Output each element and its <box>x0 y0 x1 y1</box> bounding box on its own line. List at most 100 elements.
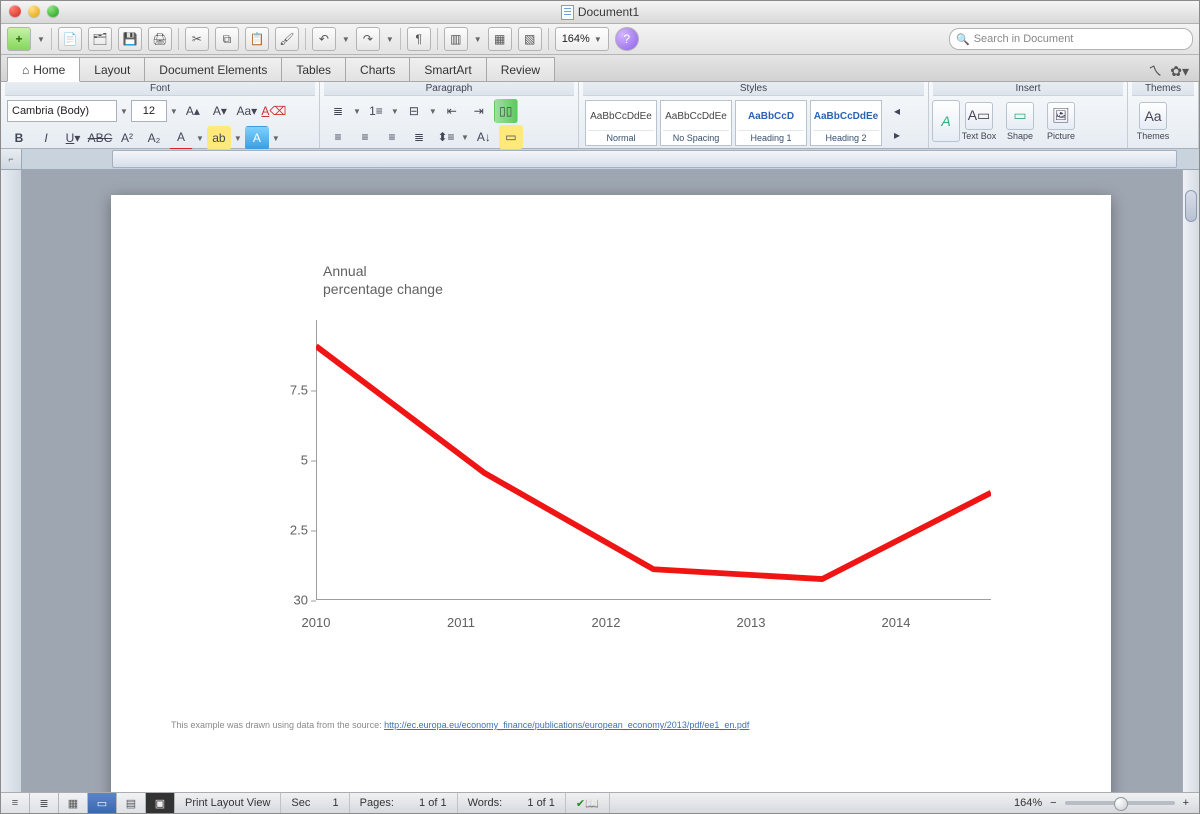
show-formatting-button[interactable]: ¶ <box>407 27 431 51</box>
copy-button[interactable]: ⧉ <box>215 27 239 51</box>
view-print-layout-button[interactable]: ▭ <box>88 793 117 813</box>
tab-tables[interactable]: Tables <box>281 57 346 81</box>
collapse-ribbon-button[interactable]: ㄟ <box>1148 61 1162 81</box>
themes-button[interactable]: AaThemes <box>1134 102 1172 141</box>
line-spacing-dropdown[interactable]: ▼ <box>461 133 469 142</box>
multilevel-dropdown[interactable]: ▼ <box>429 107 437 116</box>
horizontal-ruler[interactable] <box>112 150 1177 168</box>
zoom-in-button[interactable]: + <box>1183 797 1189 809</box>
new-document-button[interactable]: + <box>7 27 31 51</box>
multilevel-list-button[interactable]: ⊟ <box>402 99 426 123</box>
spellcheck-indicator[interactable]: ✔📖 <box>566 793 610 813</box>
grow-font-button[interactable]: A▴ <box>181 99 205 123</box>
tab-stop-selector[interactable]: ⌐ <box>1 149 22 169</box>
vertical-ruler[interactable] <box>1 170 22 792</box>
font-family-dropdown[interactable]: ▼ <box>120 107 128 116</box>
text-effects-insert-button[interactable]: A <box>932 100 960 142</box>
zoom-slider[interactable] <box>1065 801 1175 805</box>
line-spacing-button[interactable]: ⬍≡ <box>434 125 458 149</box>
font-family-selector[interactable]: Cambria (Body) <box>7 100 117 122</box>
words-indicator[interactable]: Words: 1 of 1 <box>458 793 566 813</box>
underline-button[interactable]: U▾ <box>61 126 85 150</box>
numbering-dropdown[interactable]: ▼ <box>391 107 399 116</box>
bullets-button[interactable]: ≣ <box>326 99 350 123</box>
font-color-dropdown[interactable]: ▼ <box>196 134 204 143</box>
section-indicator[interactable]: Sec 1 <box>281 793 349 813</box>
view-fullscreen-button[interactable]: ▣ <box>146 793 175 813</box>
tab-document-elements[interactable]: Document Elements <box>144 57 282 81</box>
new-document-dropdown[interactable]: ▼ <box>37 35 45 44</box>
sidebar-dropdown[interactable]: ▼ <box>474 35 482 44</box>
help-button[interactable]: ? <box>615 27 639 51</box>
shrink-font-button[interactable]: A▾ <box>208 99 232 123</box>
undo-dropdown[interactable]: ▼ <box>342 35 350 44</box>
source-link[interactable]: http://ec.europa.eu/economy_finance/publ… <box>384 720 749 730</box>
justify-button[interactable]: ≣ <box>407 125 431 149</box>
save-button[interactable]: 💾 <box>118 27 142 51</box>
decrease-indent-button[interactable]: ⇤ <box>440 99 464 123</box>
document-page[interactable]: Annualpercentage change 2.557.530 201020… <box>111 195 1111 792</box>
zoom-selector[interactable]: 164%▼ <box>555 27 609 51</box>
zoom-out-button[interactable]: − <box>1050 797 1056 809</box>
increase-indent-button[interactable]: ⇥ <box>467 99 491 123</box>
redo-button[interactable]: ↷ <box>356 27 380 51</box>
print-button[interactable]: 🖨 <box>148 27 172 51</box>
redo-dropdown[interactable]: ▼ <box>386 35 394 44</box>
view-notebook-button[interactable]: ▤ <box>117 793 146 813</box>
superscript-button[interactable]: A² <box>115 126 139 150</box>
sidebar-button[interactable]: ▥ <box>444 27 468 51</box>
insert-textbox-button[interactable]: A▭Text Box <box>960 102 998 141</box>
bullets-dropdown[interactable]: ▼ <box>353 107 361 116</box>
view-publishing-button[interactable]: ▦ <box>59 793 88 813</box>
font-color-button[interactable]: A <box>169 125 193 151</box>
tab-smartart[interactable]: SmartArt <box>409 57 486 81</box>
text-effects-dropdown[interactable]: ▼ <box>272 134 280 143</box>
style-heading-1[interactable]: AaBbCcDHeading 1 <box>735 100 807 146</box>
open-button[interactable]: 📄 <box>58 27 82 51</box>
open-from-template-button[interactable]: 🗂 <box>88 27 112 51</box>
paste-button[interactable]: 📋 <box>245 27 269 51</box>
styles-next-button[interactable]: ▸ <box>885 123 909 147</box>
tab-layout[interactable]: Layout <box>79 57 145 81</box>
close-window-button[interactable] <box>9 5 21 17</box>
change-case-button[interactable]: Aa▾ <box>235 99 259 123</box>
gallery-button[interactable]: ▧ <box>518 27 542 51</box>
shading-button[interactable]: ▭ <box>499 125 523 149</box>
font-size-selector[interactable]: 12 <box>131 100 167 122</box>
vertical-scrollbar[interactable] <box>1182 170 1199 792</box>
ribbon-options-button[interactable]: ✿▾ <box>1170 63 1189 80</box>
undo-button[interactable]: ↶ <box>312 27 336 51</box>
text-direction-button[interactable]: ▯▯ <box>494 99 518 123</box>
align-right-button[interactable]: ≡ <box>380 125 404 149</box>
cut-button[interactable]: ✂ <box>185 27 209 51</box>
text-effects-button[interactable]: A <box>245 126 269 150</box>
sort-button[interactable]: A↓ <box>472 125 496 149</box>
tab-home[interactable]: ⌂Home <box>7 57 80 82</box>
minimize-window-button[interactable] <box>28 5 40 17</box>
search-field[interactable]: 🔍 Search in Document <box>949 28 1193 50</box>
font-size-dropdown[interactable]: ▼ <box>170 107 178 116</box>
align-center-button[interactable]: ≡ <box>353 125 377 149</box>
tab-charts[interactable]: Charts <box>345 57 410 81</box>
clear-formatting-button[interactable]: A⌫ <box>262 99 286 123</box>
bold-button[interactable]: B <box>7 126 31 150</box>
view-outline-button[interactable]: ≣ <box>30 793 59 813</box>
highlight-dropdown[interactable]: ▼ <box>234 134 242 143</box>
scrollbar-thumb[interactable] <box>1185 190 1197 222</box>
view-draft-button[interactable]: ≡ <box>1 793 30 813</box>
highlight-button[interactable]: ab <box>207 126 231 150</box>
align-left-button[interactable]: ≡ <box>326 125 350 149</box>
styles-prev-button[interactable]: ◂ <box>885 99 909 123</box>
style-no-spacing[interactable]: AaBbCcDdEeNo Spacing <box>660 100 732 146</box>
insert-picture-button[interactable]: 🖼Picture <box>1042 102 1080 141</box>
numbering-button[interactable]: 1≡ <box>364 99 388 123</box>
toolbox-button[interactable]: ▦ <box>488 27 512 51</box>
format-painter-button[interactable]: 🖌 <box>275 27 299 51</box>
style-normal[interactable]: AaBbCcDdEeNormal <box>585 100 657 146</box>
insert-shape-button[interactable]: ▭Shape <box>1001 102 1039 141</box>
subscript-button[interactable]: A₂ <box>142 126 166 150</box>
zoom-window-button[interactable] <box>47 5 59 17</box>
pages-indicator[interactable]: Pages: 1 of 1 <box>350 793 458 813</box>
strikethrough-button[interactable]: ABC <box>88 126 112 150</box>
tab-review[interactable]: Review <box>486 57 555 81</box>
